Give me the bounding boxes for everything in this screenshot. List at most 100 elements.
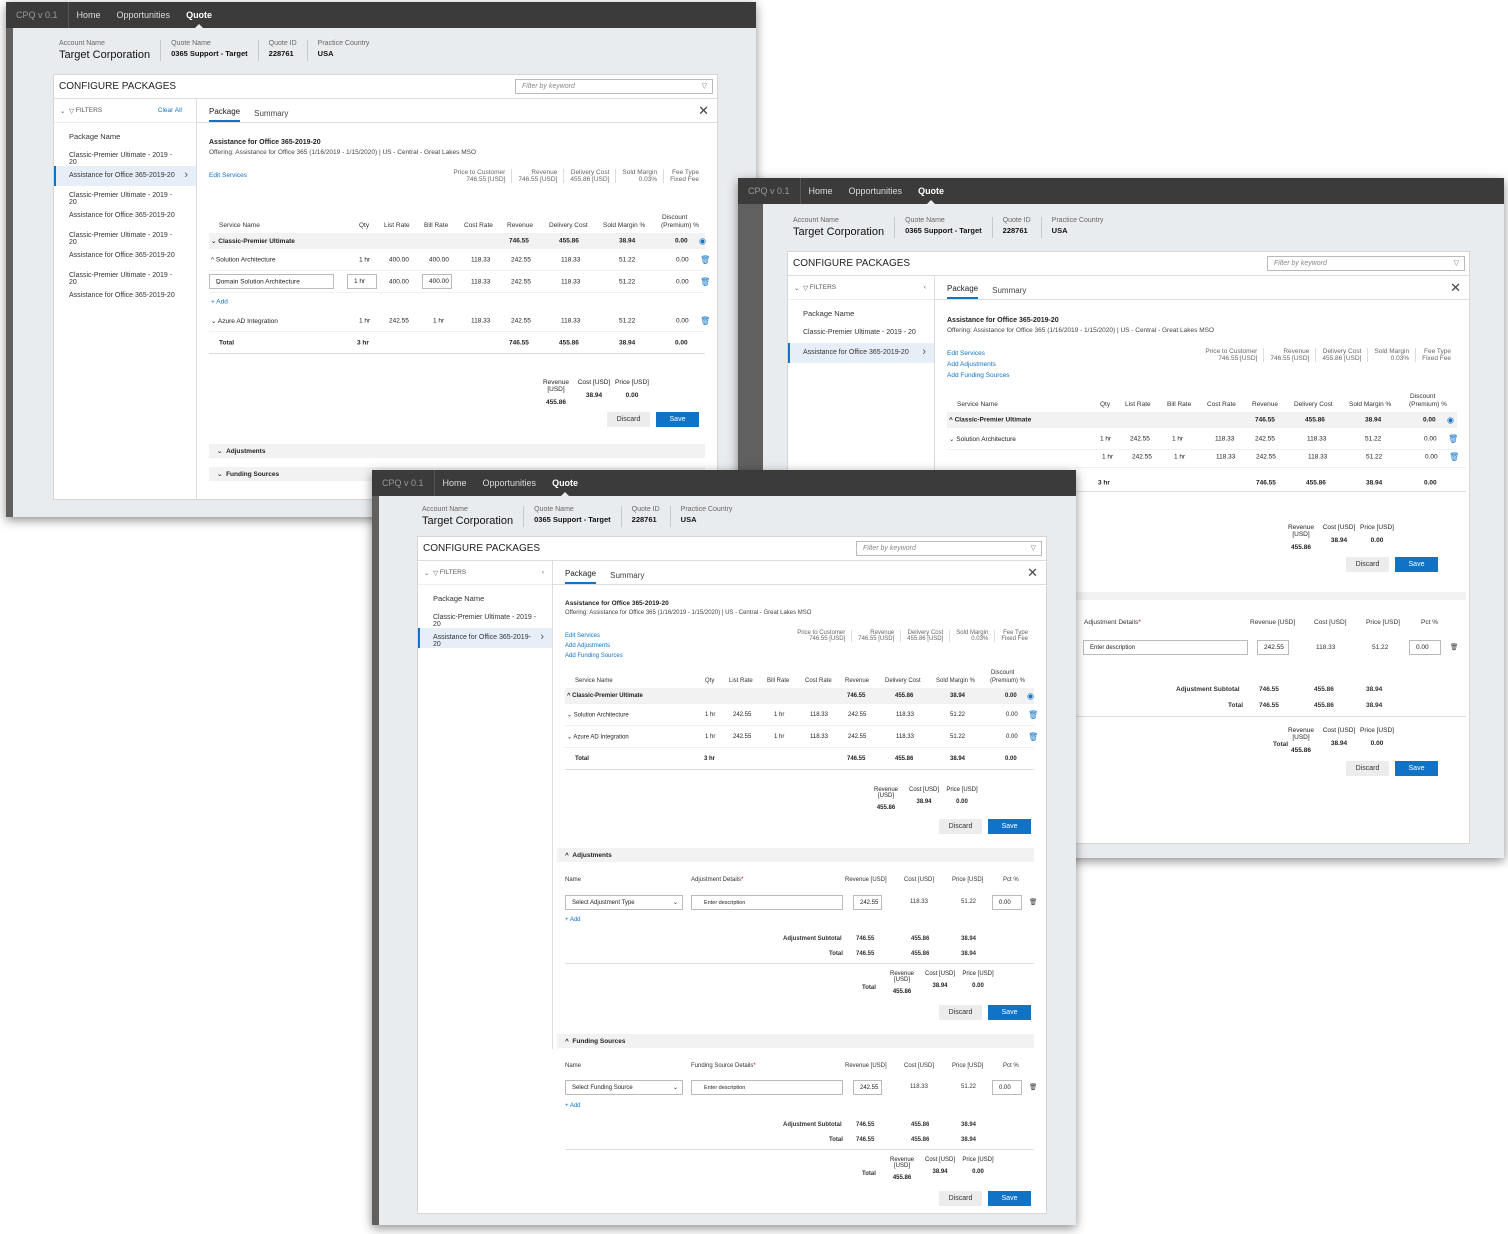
discard-button[interactable]: Discard xyxy=(939,1005,982,1020)
nav-opportunities[interactable]: Opportunities xyxy=(841,178,911,204)
discard-button[interactable]: Discard xyxy=(607,412,650,427)
trash-icon[interactable]: 🗑 xyxy=(700,277,710,286)
package-item-selected[interactable]: Assistance for Office 365-2019-20 xyxy=(418,628,552,648)
chevron-down-icon: ⌄ xyxy=(216,278,222,286)
package-item[interactable]: Classic-Premier Ultimate - 2019 - 20 xyxy=(788,323,934,343)
package-item[interactable]: Classic-Premier Ultimate - 2019 - 20 xyxy=(54,186,196,206)
eye-icon[interactable]: ◉ xyxy=(699,236,706,245)
add-adjustments-link[interactable]: Add Adjustments xyxy=(947,360,996,370)
tab-package[interactable]: Package xyxy=(947,284,979,299)
trash-icon[interactable]: 🗑 xyxy=(1028,732,1038,741)
save-button[interactable]: Save xyxy=(988,1191,1031,1206)
trash-icon[interactable]: 🗑 xyxy=(1029,898,1037,906)
keyword-filter-input[interactable]: Filter by keyword ▽ xyxy=(515,79,713,94)
bill-rate-input[interactable]: 400.00 xyxy=(422,274,452,289)
tab-summary[interactable]: Summary xyxy=(254,109,288,122)
chevron-down-icon[interactable]: ⌄ xyxy=(794,284,799,292)
trash-icon[interactable]: 🗑 xyxy=(700,255,710,264)
package-item[interactable]: Classic-Premier Ultimate - 2019 - 20 xyxy=(54,146,196,166)
tab-package[interactable]: Package xyxy=(565,569,597,584)
add-funding-link[interactable]: Add Funding Sources xyxy=(947,371,1010,381)
funnel-icon: ▽ xyxy=(803,284,809,292)
package-item[interactable]: Classic-Premier Ultimate - 2019 - 20 xyxy=(54,226,196,246)
tab-package[interactable]: Package xyxy=(209,107,241,122)
tab-summary[interactable]: Summary xyxy=(992,286,1026,299)
package-item[interactable]: Classic-Premier Ultimate - 2019 - 20 xyxy=(54,266,196,286)
adjustments-section[interactable]: ⌄ Adjustments xyxy=(209,444,705,458)
window-a: CPQ v 0.1 Home Opportunities Quote Accou… xyxy=(6,2,756,517)
trash-icon[interactable]: 🗑 xyxy=(1448,434,1458,443)
funnel-icon: ▽ xyxy=(69,107,75,115)
funding-source-select[interactable]: Select Funding Source ⌄ xyxy=(565,1080,683,1095)
nav-opportunities[interactable]: Opportunities xyxy=(475,470,545,496)
top-nav: CPQ v 0.1 Home Opportunities Quote xyxy=(738,178,1504,204)
trash-icon[interactable]: 🗑 xyxy=(1450,643,1458,651)
add-adjustments-link[interactable]: Add Adjustments xyxy=(565,641,610,651)
qty-input[interactable]: 1 hr xyxy=(347,274,377,289)
save-button[interactable]: Save xyxy=(656,412,699,427)
adjustments-section[interactable]: ^ Adjustments xyxy=(557,848,1034,862)
app-version: CPQ v 0.1 xyxy=(372,470,435,496)
discard-button[interactable]: Discard xyxy=(1346,557,1389,572)
trash-icon[interactable]: 🗑 xyxy=(1449,452,1459,461)
nav-opportunities[interactable]: Opportunities xyxy=(109,2,179,28)
save-button[interactable]: Save xyxy=(988,819,1031,834)
nav-home[interactable]: Home xyxy=(435,470,475,496)
close-icon[interactable]: ✕ xyxy=(1450,280,1461,296)
trash-icon[interactable]: 🗑 xyxy=(1028,710,1038,719)
save-button[interactable]: Save xyxy=(1395,557,1438,572)
funding-description-input[interactable]: Enter description xyxy=(691,1080,843,1095)
nav-home[interactable]: Home xyxy=(69,2,109,28)
add-funding-source-link[interactable]: + Add xyxy=(565,1103,581,1109)
close-icon[interactable]: ✕ xyxy=(1027,565,1038,581)
edit-services-link[interactable]: Edit Services xyxy=(947,349,985,359)
nav-quote[interactable]: Quote xyxy=(178,2,220,28)
adjustment-type-select[interactable]: Select Adjustment Type ⌄ xyxy=(565,895,683,910)
eye-icon[interactable]: ◉ xyxy=(1447,415,1454,424)
keyword-filter-input[interactable]: Filter by keyword ▽ xyxy=(856,541,1042,556)
configure-card: CONFIGURE PACKAGES Filter by keyword ▽ ⌄ … xyxy=(53,74,718,500)
package-item[interactable]: Assistance for Office 365-2019-20 xyxy=(54,206,196,226)
package-item[interactable]: Assistance for Office 365-2019-20 xyxy=(54,286,196,306)
nav-quote[interactable]: Quote xyxy=(544,470,586,496)
adjustment-description-input[interactable]: Enter description xyxy=(1083,640,1248,655)
adjustment-revenue-input[interactable]: 242.55 xyxy=(853,895,882,910)
adjustment-revenue-input[interactable]: 242.55 xyxy=(1257,640,1289,655)
app-version: CPQ v 0.1 xyxy=(6,2,69,28)
discard-button[interactable]: Discard xyxy=(1346,761,1389,776)
edit-services-link[interactable]: Edit Services xyxy=(209,171,247,181)
nav-quote[interactable]: Quote xyxy=(910,178,952,204)
discard-button[interactable]: Discard xyxy=(939,819,982,834)
funding-pct-input[interactable]: 0.00 xyxy=(992,1080,1022,1095)
funding-revenue-input[interactable]: 242.55 xyxy=(853,1080,882,1095)
package-item-selected[interactable]: Assistance for Office 365-2019-20 xyxy=(788,343,934,363)
quote-header: Account Name Target Corporation Quote Nam… xyxy=(59,40,379,61)
add-service-link[interactable]: + Add xyxy=(211,298,228,305)
add-funding-link[interactable]: Add Funding Sources xyxy=(565,651,623,661)
service-select[interactable]: Domain Solution Architecture ⌄ xyxy=(209,274,334,289)
close-icon[interactable]: ✕ xyxy=(698,103,709,119)
save-button[interactable]: Save xyxy=(988,1005,1031,1020)
eye-icon[interactable]: ◉ xyxy=(1027,691,1034,700)
nav-home[interactable]: Home xyxy=(801,178,841,204)
tab-summary[interactable]: Summary xyxy=(610,571,644,584)
package-item-selected[interactable]: Assistance for Office 365-2019-20 xyxy=(54,166,196,186)
collapse-icon[interactable]: ‹ xyxy=(542,569,544,576)
keyword-filter-input[interactable]: Filter by keyword ▽ xyxy=(1267,256,1465,271)
trash-icon[interactable]: 🗑 xyxy=(700,316,710,325)
add-adjustment-link[interactable]: + Add xyxy=(565,917,581,923)
save-button[interactable]: Save xyxy=(1395,761,1438,776)
chevron-down-icon[interactable]: ⌄ xyxy=(60,107,65,115)
package-item[interactable]: Assistance for Office 365-2019-20 xyxy=(54,246,196,266)
collapse-icon[interactable]: ‹ xyxy=(924,284,926,291)
package-item[interactable]: Classic-Premier Ultimate - 2019 - 20 xyxy=(418,608,552,628)
adjustment-pct-input[interactable]: 0.00 xyxy=(992,895,1022,910)
adjustment-description-input[interactable]: Enter description xyxy=(691,895,843,910)
edit-services-link[interactable]: Edit Services xyxy=(565,631,600,641)
discard-button[interactable]: Discard xyxy=(939,1191,982,1206)
chevron-down-icon[interactable]: ⌄ xyxy=(424,569,429,577)
clear-all-link[interactable]: Clear All xyxy=(158,107,182,114)
funding-section[interactable]: ^ Funding Sources xyxy=(557,1034,1034,1048)
adjustment-pct-input[interactable]: 0.00 xyxy=(1409,640,1441,655)
trash-icon[interactable]: 🗑 xyxy=(1029,1083,1037,1091)
